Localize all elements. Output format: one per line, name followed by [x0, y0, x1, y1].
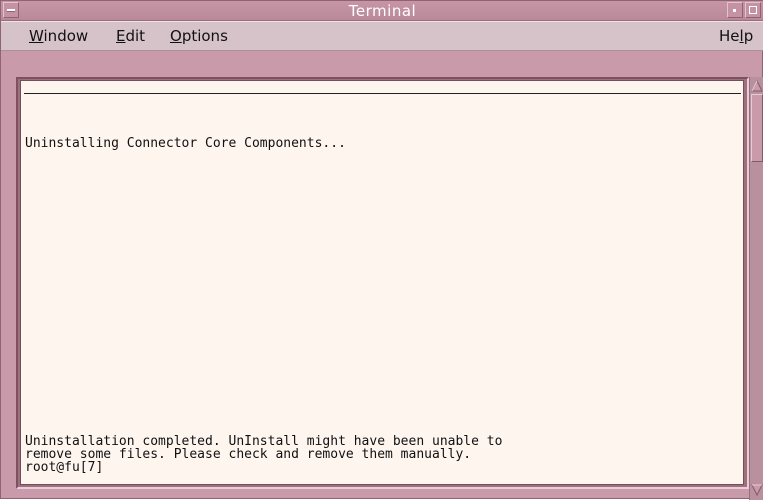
terminal-window: Terminal Window Edit Options Help Uninst… — [0, 0, 763, 500]
scroll-down-button[interactable] — [751, 482, 763, 497]
minimize-icon — [733, 9, 736, 12]
window-title: Terminal — [348, 2, 417, 20]
title-bar[interactable]: Terminal — [1, 1, 763, 21]
menu-edit[interactable]: Edit — [116, 27, 145, 45]
maximize-icon — [749, 6, 757, 14]
menu-options[interactable]: Options — [170, 27, 228, 45]
menu-options-mnemonic: O — [170, 27, 182, 45]
vertical-scrollbar[interactable] — [749, 77, 763, 500]
menu-edit-label: dit — [125, 27, 146, 45]
menu-help-label-pre: He — [719, 27, 740, 45]
menu-bar: Window Edit Options Help — [1, 21, 763, 51]
terminal-line: Uninstalling Connector Core Components..… — [25, 136, 346, 151]
menu-help[interactable]: Help — [719, 27, 753, 45]
separator-line — [24, 93, 741, 94]
terminal-prompt: root@fu[7] — [25, 460, 104, 475]
scroll-thumb[interactable] — [751, 94, 763, 162]
maximize-button[interactable] — [745, 2, 761, 18]
scroll-up-button[interactable] — [751, 78, 763, 92]
scroll-down-arrow-icon — [751, 484, 763, 497]
terminal-output[interactable]: Uninstalling Connector Core Components..… — [20, 80, 744, 485]
scroll-up-arrow-icon — [751, 79, 763, 92]
menu-help-label-post: p — [743, 27, 754, 45]
menu-window[interactable]: Window — [29, 27, 88, 45]
minimize-button[interactable] — [727, 2, 743, 18]
menu-window-label: indow — [43, 27, 89, 45]
menu-options-label: ptions — [181, 27, 228, 45]
menu-window-mnemonic: W — [29, 27, 44, 45]
